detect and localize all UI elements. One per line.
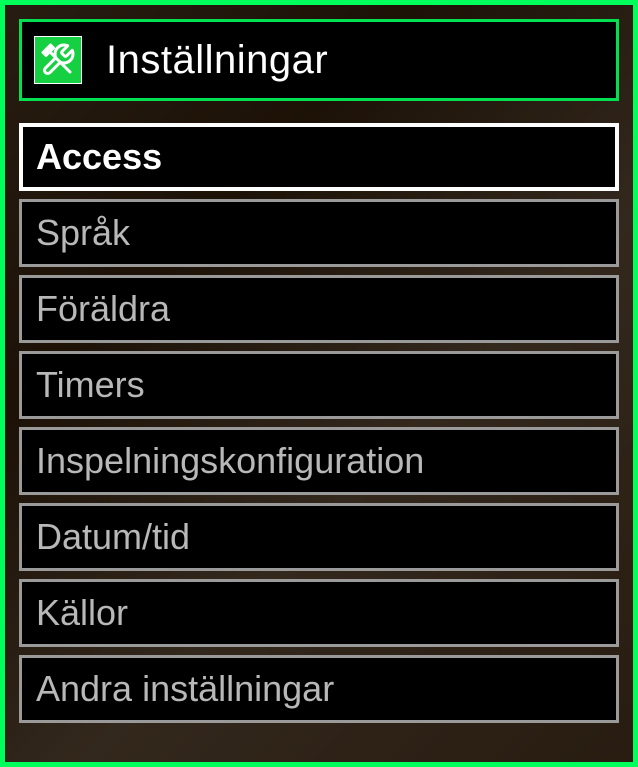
menu-item-label: Datum/tid [36,516,190,557]
menu-item-label: Inspelningskonfiguration [36,440,424,481]
header-row: Inställningar [19,19,619,101]
menu-item-recording-config[interactable]: Inspelningskonfiguration [19,427,619,495]
menu-item-access[interactable]: Access [19,123,619,191]
menu-item-parental[interactable]: Föräldra [19,275,619,343]
settings-panel: Inställningar Access Språk Föräldra Time… [0,0,638,767]
menu-item-timers[interactable]: Timers [19,351,619,419]
page-title: Inställningar [106,38,328,83]
menu-item-datetime[interactable]: Datum/tid [19,503,619,571]
menu-item-language[interactable]: Språk [19,199,619,267]
menu-item-other-settings[interactable]: Andra inställningar [19,655,619,723]
menu-item-label: Föräldra [36,288,170,329]
tools-icon [34,36,82,84]
menu-item-label: Källor [36,592,128,633]
menu-item-label: Språk [36,212,130,253]
menu-list: Access Språk Föräldra Timers Inspelnings… [19,123,619,723]
menu-item-label: Andra inställningar [36,668,334,709]
menu-item-label: Access [36,136,162,177]
menu-item-sources[interactable]: Källor [19,579,619,647]
menu-item-label: Timers [36,364,145,405]
